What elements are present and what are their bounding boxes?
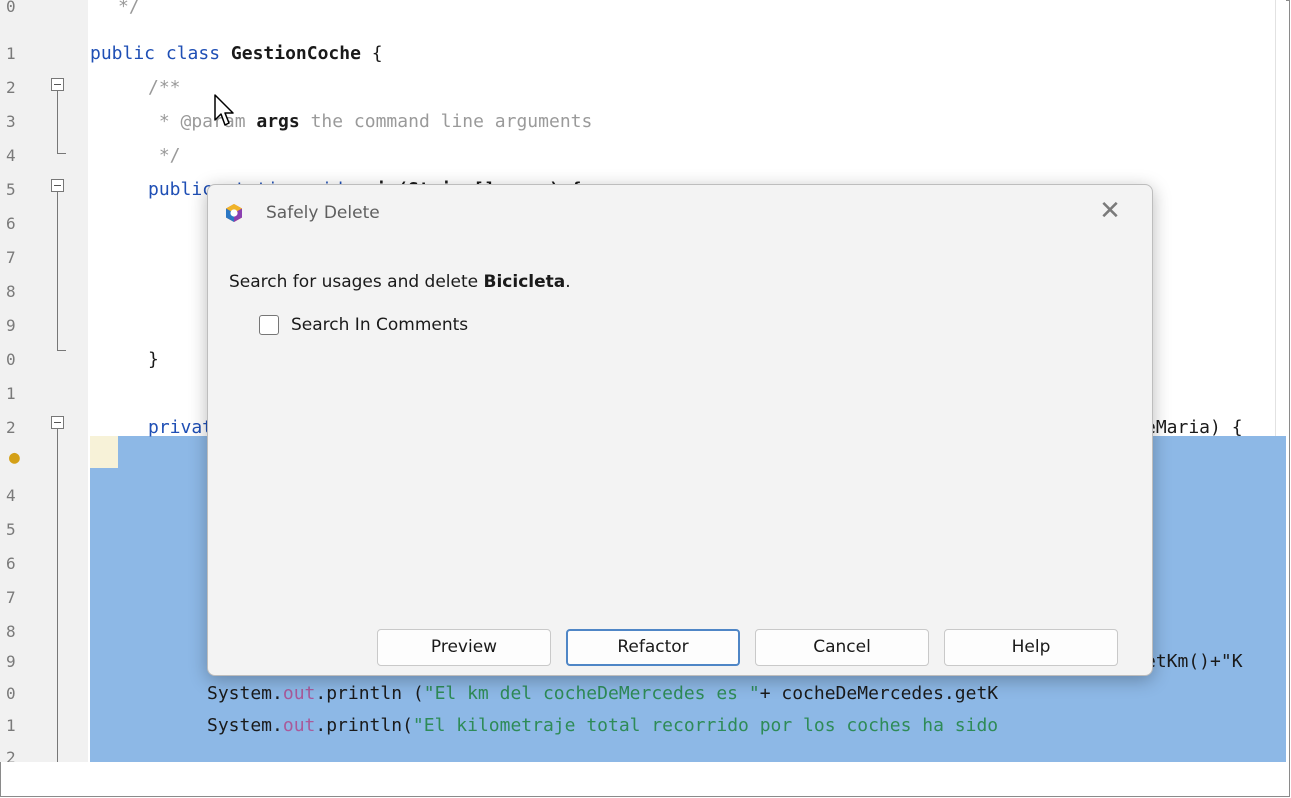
line-number: 3 [6, 112, 16, 131]
code-text: System.out.println ("El km del cocheDeMe… [207, 683, 998, 704]
code-text: } [148, 349, 159, 370]
line-number: 8 [6, 282, 16, 301]
string-literal: "El kilometraje total recorrido por los … [412, 715, 999, 736]
comment-text: */ [118, 0, 140, 17]
field-name: out [282, 715, 316, 736]
code-token: System. [207, 715, 283, 736]
code-line[interactable]: 1 System.out.println("El kilometraje tot… [0, 709, 1286, 743]
code-line[interactable]: 4 */ [0, 139, 1286, 173]
fold-toggle-icon[interactable] [51, 416, 64, 429]
keyword: public class [90, 43, 231, 64]
code-line[interactable]: 2 [0, 741, 1286, 762]
line-number: 0 [6, 0, 16, 16]
line-number: 9 [6, 652, 16, 671]
dialog-title: Safely Delete [266, 203, 380, 223]
line-number: 5 [6, 520, 16, 539]
line-number: 9 [6, 316, 16, 335]
code-token: .println ( [315, 683, 424, 704]
target-name: Bicicleta [483, 272, 566, 292]
code-text: public class GestionCoche { [90, 43, 383, 64]
fold-guide [57, 350, 66, 351]
code-token: { [360, 43, 383, 64]
line-number: 1 [6, 716, 16, 735]
cancel-button[interactable]: Cancel [755, 629, 929, 666]
code-token: System. [207, 683, 283, 704]
line-number: 1 [6, 384, 16, 403]
line-number: 4 [6, 486, 16, 505]
dialog-message: Search for usages and delete Bicicleta. [229, 272, 571, 292]
preview-button[interactable]: Preview [377, 629, 551, 666]
line-number: 5 [6, 180, 16, 199]
code-line[interactable]: 1 public class GestionCoche { [0, 37, 1286, 71]
comment-text: */ [148, 145, 181, 166]
fold-guide [57, 192, 58, 350]
line-number: 4 [6, 146, 16, 165]
search-in-comments-checkbox[interactable] [259, 315, 279, 335]
line-number: 6 [6, 214, 16, 233]
code-token: .println( [315, 715, 413, 736]
message-suffix: . [565, 272, 571, 292]
line-number: 2 [6, 748, 16, 762]
line-number: 7 [6, 248, 16, 267]
message-prefix: Search for usages and delete [229, 272, 484, 292]
code-text: eMaria) { [1145, 417, 1243, 438]
code-line[interactable]: 0 System.out.println ("El km del cocheDe… [0, 677, 1286, 711]
line-number: 0 [6, 350, 16, 369]
mouse-cursor-icon [214, 94, 234, 126]
comment-text: the command line arguments [299, 111, 593, 132]
code-line[interactable]: 3 * @param args the command line argumen… [0, 105, 1286, 139]
lightbulb-icon[interactable]: ● [9, 447, 20, 468]
safely-delete-dialog: Safely Delete ✕ Search for usages and de… [207, 184, 1153, 676]
code-line[interactable]: 2 /** [0, 71, 1286, 105]
comment-text: * @param [148, 111, 257, 132]
comment-text: /** [148, 77, 181, 98]
param-name: args [256, 111, 300, 132]
code-text: System.out.println("El kilometraje total… [207, 715, 998, 736]
fold-guide [57, 91, 58, 153]
line-number: 2 [6, 418, 16, 437]
line-number: 2 [6, 78, 16, 97]
line-number: 1 [6, 44, 16, 63]
refactor-button[interactable]: Refactor [566, 629, 740, 666]
class-name: GestionCoche [230, 43, 361, 64]
search-in-comments-label[interactable]: Search In Comments [291, 315, 468, 335]
help-button[interactable]: Help [944, 629, 1118, 666]
code-text: etKm()+"K [1145, 651, 1243, 672]
code-line[interactable]: 0 */ [0, 0, 1286, 24]
fold-toggle-icon[interactable] [51, 179, 64, 192]
field-name: out [282, 683, 316, 704]
app-logo-icon [226, 204, 242, 222]
fold-guide [57, 153, 66, 154]
fold-guide [57, 429, 58, 762]
code-token: + cocheDeMercedes.getK [759, 683, 999, 704]
line-number: 6 [6, 554, 16, 573]
fold-toggle-icon[interactable] [51, 78, 64, 91]
line-number: 8 [6, 622, 16, 641]
line-number: 7 [6, 588, 16, 607]
string-literal: "El km del cocheDeMercedes es " [423, 683, 760, 704]
close-icon[interactable]: ✕ [1096, 197, 1124, 225]
line-number: 0 [6, 684, 16, 703]
